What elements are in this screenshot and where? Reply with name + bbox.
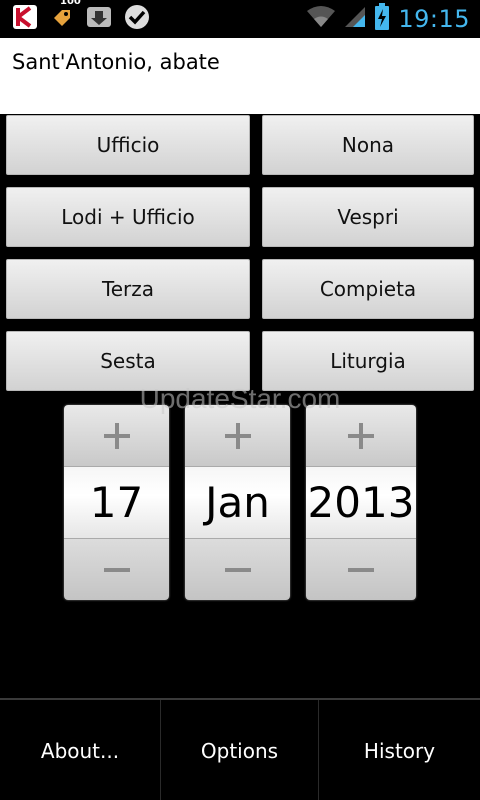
month-decrement-button[interactable] [185,538,290,600]
page-title: Sant'Antonio, abate [12,50,220,74]
vespri-button[interactable]: Vespri [262,187,474,247]
ufficio-button[interactable]: Ufficio [6,115,250,175]
notification-badge: 100 [60,0,81,7]
history-menu-item[interactable]: History [319,700,480,800]
notification-icons: 100 [12,0,150,34]
lodi-ufficio-button[interactable]: Lodi + Ufficio [6,187,250,247]
minus-icon [224,567,251,572]
tag-icon: 100 [50,0,81,34]
system-icons: 19:15 [306,3,470,35]
liturgia-button[interactable]: Liturgia [262,331,474,391]
year-value[interactable]: 2013 [306,467,416,538]
download-icon [86,4,112,34]
month-picker: Jan [185,405,290,600]
minus-icon [348,567,374,572]
terza-button[interactable]: Terza [6,259,250,319]
day-picker: 17 [64,405,169,600]
wifi-icon [306,5,336,33]
signal-icon [344,5,366,33]
watermark: UpdateStar.com [139,383,341,414]
month-value[interactable]: Jan [185,467,290,538]
screen: 100 19:15 Sant'Antonio, abate Ufficio No… [0,0,480,800]
clock: 19:15 [398,5,470,33]
about-menu-item[interactable]: About... [0,700,160,800]
compieta-button[interactable]: Compieta [262,259,474,319]
plus-icon [224,422,251,449]
minus-icon [103,567,130,572]
year-picker: 2013 [306,405,416,600]
kaspersky-icon [12,4,38,34]
year-decrement-button[interactable] [306,538,416,600]
check-icon [124,4,150,34]
day-decrement-button[interactable] [64,538,169,600]
options-menu: About... Options History [0,698,480,800]
status-bar: 100 19:15 [0,0,480,38]
nona-button[interactable]: Nona [262,115,474,175]
options-menu-item[interactable]: Options [161,700,318,800]
title-bar: Sant'Antonio, abate [0,38,480,114]
plus-icon [103,422,130,449]
day-value[interactable]: 17 [64,467,169,538]
plus-icon [348,422,374,449]
sesta-button[interactable]: Sesta [6,331,250,391]
battery-icon [374,3,390,35]
